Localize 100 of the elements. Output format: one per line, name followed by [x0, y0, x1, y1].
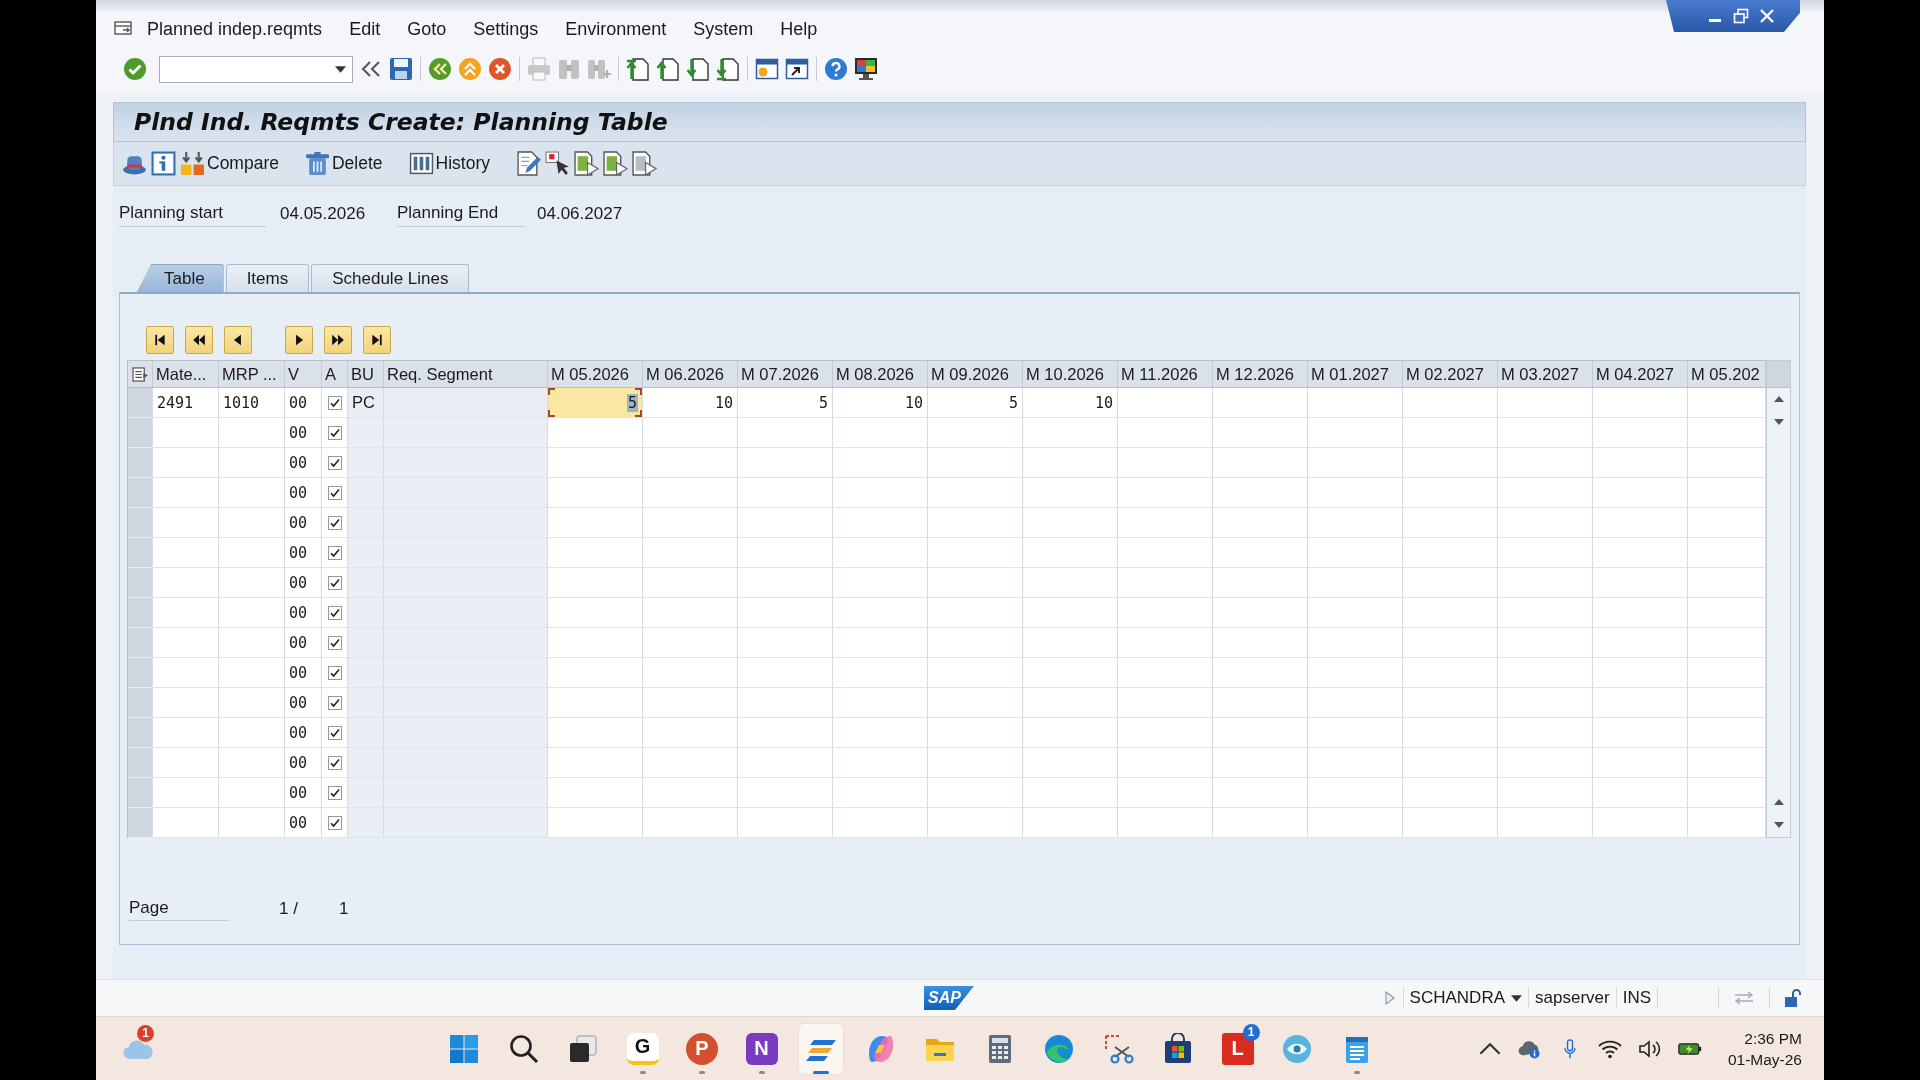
table-cell[interactable]: 00 [285, 508, 322, 538]
table-cell[interactable] [1118, 538, 1213, 568]
table-cell[interactable]: 1010 [219, 388, 285, 418]
table-cell[interactable] [1403, 568, 1498, 598]
table-cell[interactable] [1688, 568, 1766, 598]
table-cell[interactable] [1023, 598, 1118, 628]
table-cell[interactable] [1403, 448, 1498, 478]
table-cell[interactable] [219, 538, 285, 568]
table-cell[interactable] [1498, 388, 1593, 418]
table-cell[interactable] [738, 808, 833, 838]
table-cell[interactable] [1308, 718, 1403, 748]
table-cell[interactable]: 00 [285, 538, 322, 568]
table-cell[interactable] [928, 688, 1023, 718]
table-cell[interactable] [1498, 718, 1593, 748]
table-cell[interactable] [548, 568, 643, 598]
table-cell[interactable]: 5 [548, 388, 643, 418]
table-cell[interactable] [1403, 658, 1498, 688]
table-cell[interactable] [1023, 688, 1118, 718]
table-cell[interactable] [219, 418, 285, 448]
table-cell[interactable] [219, 778, 285, 808]
table-cell[interactable] [928, 568, 1023, 598]
table-cell[interactable] [1593, 778, 1688, 808]
row-selector[interactable] [128, 718, 153, 748]
checkbox[interactable] [327, 635, 342, 650]
table-cell[interactable] [1403, 808, 1498, 838]
table-cell[interactable] [1023, 568, 1118, 598]
table-cell[interactable] [1498, 448, 1593, 478]
table-cell[interactable] [738, 688, 833, 718]
table-cell[interactable]: 00 [285, 448, 322, 478]
table-cell[interactable] [738, 568, 833, 598]
table-cell[interactable] [548, 808, 643, 838]
table-cell[interactable] [1118, 628, 1213, 658]
table-cell[interactable]: 2491 [153, 388, 219, 418]
table-cell[interactable] [548, 748, 643, 778]
table-cell[interactable] [1308, 628, 1403, 658]
table-cell[interactable] [1593, 538, 1688, 568]
table-cell[interactable] [1023, 658, 1118, 688]
table-cell[interactable] [928, 748, 1023, 778]
checkbox[interactable] [327, 545, 342, 560]
table-cell[interactable] [1308, 748, 1403, 778]
taskbar-button[interactable]: N [739, 1023, 784, 1074]
table-cell[interactable] [1593, 748, 1688, 778]
checkbox[interactable] [327, 605, 342, 620]
menu-item[interactable]: Edit [349, 18, 381, 40]
table-cell[interactable] [1593, 808, 1688, 838]
table-cell[interactable] [1498, 538, 1593, 568]
row-selector[interactable] [128, 748, 153, 778]
table-cell[interactable] [738, 478, 833, 508]
table-cell[interactable] [1213, 808, 1308, 838]
circle-x-icon[interactable] [488, 57, 512, 81]
table-cell[interactable] [1213, 388, 1308, 418]
row-selector[interactable] [128, 778, 153, 808]
table-cell[interactable] [738, 628, 833, 658]
table-cell[interactable] [1403, 688, 1498, 718]
table-cell[interactable] [1308, 568, 1403, 598]
table-cell[interactable]: 00 [285, 388, 322, 418]
tab[interactable]: Items [225, 264, 310, 292]
row-selector[interactable] [128, 418, 153, 448]
table-cell[interactable] [153, 778, 219, 808]
table-cell[interactable] [1213, 718, 1308, 748]
table-cell[interactable] [1118, 388, 1213, 418]
table-cell[interactable]: 00 [285, 658, 322, 688]
table-cell[interactable] [548, 508, 643, 538]
table-cell[interactable] [1688, 688, 1766, 718]
table-cell[interactable] [219, 478, 285, 508]
table-cell[interactable] [1593, 478, 1688, 508]
menu-item[interactable]: Goto [407, 18, 447, 40]
table-cell[interactable] [738, 508, 833, 538]
table-cell[interactable] [1403, 538, 1498, 568]
check-circle-icon[interactable] [123, 57, 147, 81]
checkbox[interactable] [327, 425, 342, 440]
menu-item[interactable]: Settings [473, 18, 539, 40]
table-cell[interactable] [1308, 688, 1403, 718]
table-cell[interactable]: 00 [285, 598, 322, 628]
circle-left-arrows-icon[interactable] [428, 57, 452, 81]
table-cell[interactable] [1118, 808, 1213, 838]
next-button[interactable] [285, 326, 313, 354]
table-cell[interactable] [1118, 658, 1213, 688]
table-cell[interactable] [153, 598, 219, 628]
document-arrow-icon[interactable] [632, 151, 658, 176]
table-cell[interactable] [548, 478, 643, 508]
table-cell[interactable] [1688, 778, 1766, 808]
page-arrow-icon[interactable] [626, 57, 650, 81]
table-cell[interactable] [643, 478, 738, 508]
table-cell[interactable] [1118, 748, 1213, 778]
table-cell[interactable] [833, 628, 928, 658]
table-cell[interactable] [833, 598, 928, 628]
menu-item[interactable]: Planned indep.reqmts [147, 18, 323, 40]
table-cell[interactable] [1498, 628, 1593, 658]
taskbar-button[interactable]: P [680, 1023, 724, 1074]
help-icon[interactable] [824, 57, 848, 81]
table-cell[interactable] [548, 418, 643, 448]
table-cell[interactable] [928, 538, 1023, 568]
table-cell[interactable] [1498, 598, 1593, 628]
table-cell[interactable] [1213, 418, 1308, 448]
table-cell[interactable] [548, 778, 643, 808]
table-cell[interactable] [1593, 448, 1688, 478]
caret-icon[interactable] [1511, 994, 1522, 1002]
table-cell[interactable] [1308, 478, 1403, 508]
table-cell[interactable] [833, 568, 928, 598]
